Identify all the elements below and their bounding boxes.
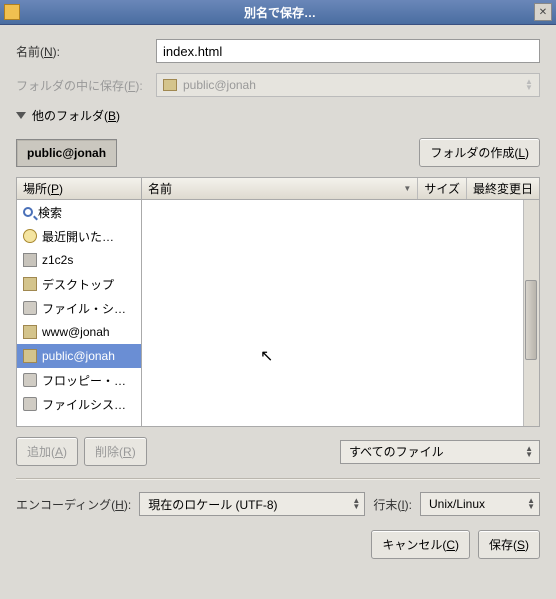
encoding-label: エンコーディング(H): [16,496,131,513]
places-header[interactable]: 場所(P) [17,178,141,200]
column-name[interactable]: 名前▼ [142,178,418,199]
column-date[interactable]: 最終変更日 [467,178,539,199]
chevron-updown-icon: ▲▼ [527,498,535,510]
chevron-updown-icon: ▲▼ [352,498,360,510]
app-icon [4,4,20,20]
place-item-0[interactable]: 検索 [17,200,141,224]
scroll-thumb[interactable] [525,280,537,360]
lineend-combo[interactable]: Unix/Linux▲▼ [420,492,540,516]
folder-icon [23,277,37,291]
disk-icon [23,301,37,315]
place-label: ファイル・シ… [42,300,126,317]
search-icon [23,207,33,217]
files-header: 名前▼ サイズ 最終変更日 [142,178,539,200]
place-item-2[interactable]: z1c2s [17,248,141,272]
place-item-5[interactable]: www@jonah [17,320,141,344]
folder-icon [163,79,177,91]
disk-icon [23,397,37,411]
triangle-down-icon [16,112,26,119]
files-list[interactable] [142,200,523,426]
place-item-4[interactable]: ファイル・シ… [17,296,141,320]
file-filter-combo[interactable]: すべてのファイル▲▼ [340,440,540,464]
file-browser: 場所(P) 検索最近開いた… z1c2s デスクトップファイル・シ… www@jona… [16,177,540,427]
scrollbar[interactable] [523,200,539,426]
places-panel: 場所(P) 検索最近開いた… z1c2s デスクトップファイル・シ… www@jona… [16,177,142,427]
place-item-3[interactable]: デスクトップ [17,272,141,296]
place-label: ファイルシス… [42,396,126,413]
place-label: 最近開いた… [42,228,114,245]
other-folders-toggle[interactable]: 他のフォルダ(B) [16,107,540,124]
place-label: 検索 [38,204,62,221]
encoding-combo[interactable]: 現在のロケール (UTF-8)▲▼ [139,492,365,516]
places-list: 検索最近開いた… z1c2s デスクトップファイル・シ… www@jonah publi… [17,200,141,426]
place-item-6[interactable]: public@jonah [17,344,141,368]
place-item-7[interactable]: フロッピー・… [17,368,141,392]
place-item-8[interactable]: ファイルシス… [17,392,141,416]
place-label: public@jonah [42,349,115,363]
place-label: フロッピー・… [42,372,126,389]
clock-icon [23,229,37,243]
close-button[interactable]: ✕ [534,3,552,21]
cancel-button[interactable]: キャンセル(C) [371,530,470,559]
home-icon [23,253,37,267]
place-label: デスクトップ [42,276,114,293]
folder-icon [23,325,37,339]
place-label: www@jonah [42,325,110,339]
titlebar: 別名で保存… ✕ [0,0,556,25]
create-folder-button[interactable]: フォルダの作成(L) [419,138,540,167]
chevron-updown-icon: ▲▼ [525,446,533,458]
disk-icon [23,373,37,387]
filename-input[interactable] [156,39,540,63]
sort-down-icon: ▼ [403,184,411,193]
add-button: 追加(A) [16,437,78,466]
remove-button: 削除(R) [84,437,147,466]
chevron-updown-icon: ▲▼ [525,79,535,91]
name-label: 名前(N): [16,43,156,60]
folder-save-label: フォルダの中に保存(F): [16,77,156,94]
window-title: 別名で保存… [26,4,534,21]
place-item-1[interactable]: 最近開いた… [17,224,141,248]
path-button-current[interactable]: public@jonah [16,139,117,167]
column-size[interactable]: サイズ [418,178,467,199]
folder-combo: public@jonah ▲▼ [156,73,540,97]
files-panel: 名前▼ サイズ 最終変更日 ↖ [142,177,540,427]
save-button[interactable]: 保存(S) [478,530,540,559]
lineend-label: 行末(I): [373,496,412,513]
place-label: z1c2s [42,253,73,267]
separator [16,478,540,480]
folder-icon [23,349,37,363]
